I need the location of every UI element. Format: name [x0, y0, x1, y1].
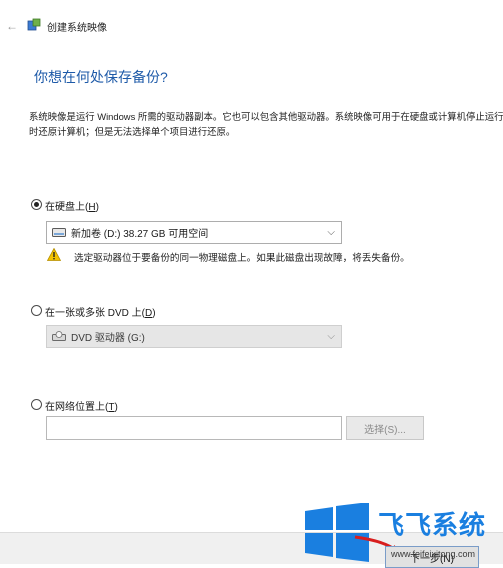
dvd-select-value: DVD 驱动器 (G:): [71, 333, 145, 344]
dvd-select[interactable]: DVD 驱动器 (G:) ⌵: [46, 325, 342, 348]
page-description: 系统映像是运行 Windows 所需的驱动器副本。它也可以包含其他驱动器。系统映…: [29, 111, 503, 137]
hard-disk-select[interactable]: 新加卷 (D:) 38.27 GB 可用空间 ⌵: [46, 221, 342, 244]
radio-network-label[interactable]: 在网络位置上(T): [45, 398, 118, 413]
hard-drive-icon: [52, 228, 66, 237]
window-title: 创建系统映像: [47, 23, 107, 34]
network-path-input[interactable]: [46, 416, 342, 440]
radio-dvd[interactable]: [31, 305, 42, 316]
hard-disk-select-value: 新加卷 (D:) 38.27 GB 可用空间: [71, 229, 209, 240]
browse-button[interactable]: 选择(S)...: [346, 416, 424, 440]
backup-icon: [27, 18, 41, 31]
watermark-url: www.feifeixitong.com: [391, 549, 476, 559]
radio-network[interactable]: [31, 399, 42, 410]
warning-message: 选定驱动器位于要备份的同一物理磁盘上。如果此磁盘出现故障，将丢失备份。: [74, 253, 410, 264]
back-arrow-icon[interactable]: ←: [6, 19, 18, 33]
radio-hard-disk[interactable]: [31, 199, 42, 210]
chevron-down-icon[interactable]: ⌵: [327, 331, 335, 342]
radio-hard-disk-label[interactable]: 在硬盘上(H): [45, 198, 99, 213]
page-heading: 你想在何处保存备份?: [34, 69, 168, 85]
watermark-text: 飞飞系统: [378, 510, 487, 540]
chevron-down-icon[interactable]: ⌵: [327, 227, 335, 238]
warning-icon: [47, 248, 61, 261]
dvd-drive-icon: [52, 331, 66, 341]
radio-dvd-label[interactable]: 在一张或多张 DVD 上(D): [45, 304, 156, 319]
